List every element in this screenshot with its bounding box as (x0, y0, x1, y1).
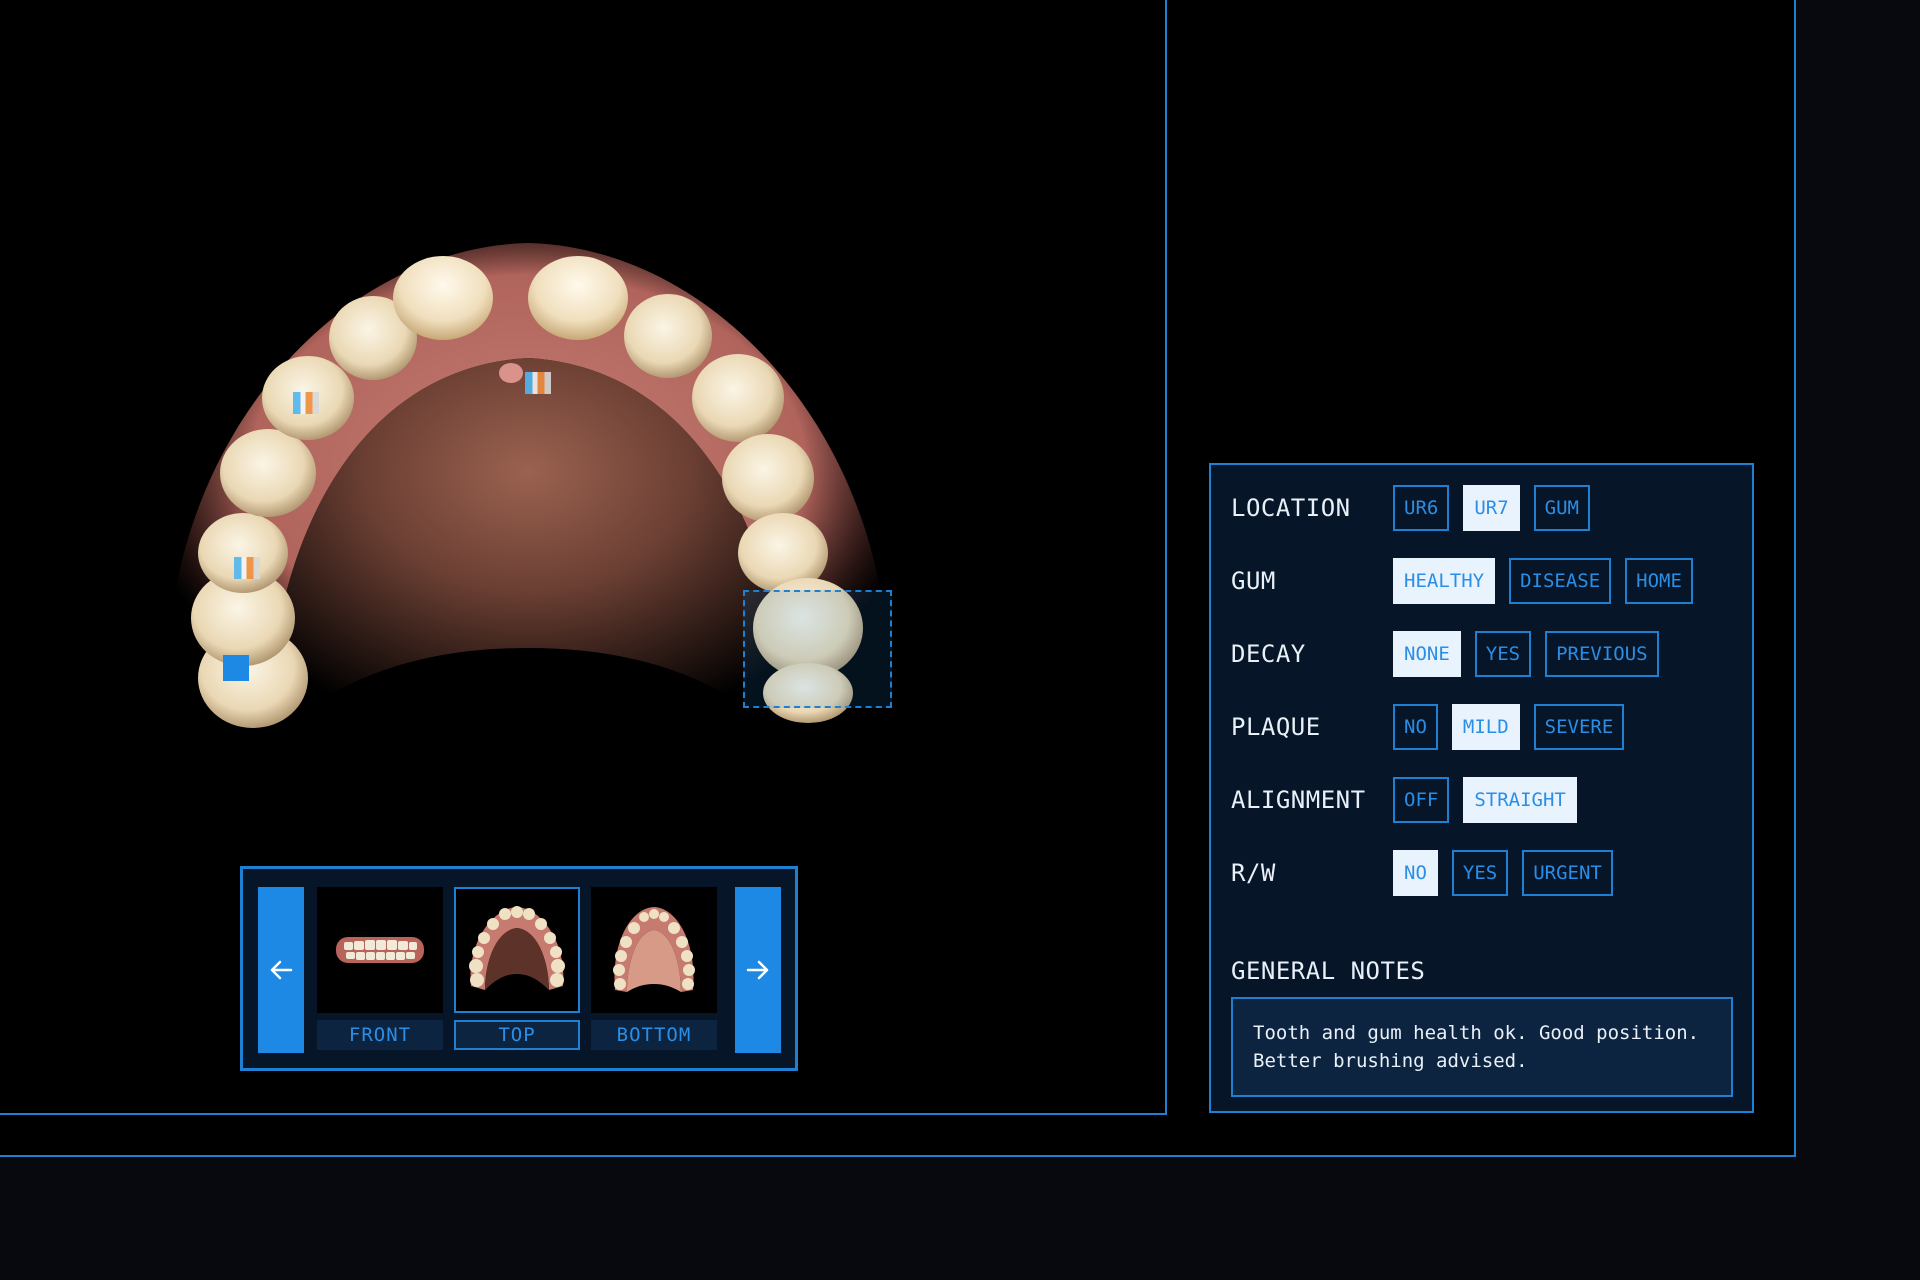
option-none[interactable]: NONE (1393, 631, 1461, 677)
row-label: LOCATION (1231, 494, 1351, 522)
view-label-bottom: BOTTOM (591, 1020, 717, 1050)
option-yes[interactable]: YES (1451, 850, 1509, 896)
assessment-panel: LOCATION UR6 UR7 GUM GUM HEALTHY DISEASE… (1209, 463, 1754, 1113)
arrow-left-icon (270, 960, 293, 980)
view-thumb-front[interactable]: FRONT (317, 887, 443, 1053)
annotation-marker[interactable] (525, 372, 551, 394)
tooth-selection-box[interactable] (743, 590, 892, 708)
general-notes-field[interactable]: Tooth and gum health ok. Good position. … (1231, 997, 1733, 1097)
row-alignment: ALIGNMENT OFF STRAIGHT (1231, 776, 1577, 824)
view-carousel: FRONT TOP BOTTOM (240, 866, 798, 1071)
row-label: ALIGNMENT (1231, 786, 1366, 814)
view-thumb-bottom[interactable]: BOTTOM (591, 887, 717, 1053)
option-no[interactable]: NO (1393, 704, 1438, 750)
next-view-button[interactable] (735, 887, 781, 1053)
view-label-top: TOP (454, 1020, 580, 1050)
option-straight[interactable]: STRAIGHT (1463, 777, 1577, 823)
top-view-thumbnail (454, 887, 580, 1013)
annotation-marker[interactable] (234, 557, 260, 579)
annotation-marker[interactable] (293, 392, 319, 414)
option-disease[interactable]: DISEASE (1509, 558, 1612, 604)
option-mild[interactable]: MILD (1451, 704, 1520, 750)
option-gum[interactable]: GUM (1533, 485, 1590, 531)
view-label-front: FRONT (317, 1020, 443, 1050)
option-ur7[interactable]: UR7 (1463, 485, 1520, 531)
option-ur6[interactable]: UR6 (1393, 485, 1450, 531)
general-notes-heading: GENERAL NOTES (1231, 957, 1426, 985)
row-decay: DECAY NONE YES PREVIOUS (1231, 630, 1659, 678)
front-view-thumbnail (317, 887, 443, 1013)
row-gum: GUM HEALTHY DISEASE HOME (1231, 557, 1693, 605)
previous-view-button[interactable] (258, 887, 304, 1053)
option-home[interactable]: HOME (1625, 558, 1693, 604)
option-yes[interactable]: YES (1474, 631, 1532, 677)
annotation-marker-active[interactable] (223, 655, 249, 681)
row-label: GUM (1231, 567, 1276, 595)
row-location: LOCATION UR6 UR7 GUM (1231, 484, 1590, 532)
row-label: R/W (1231, 859, 1276, 887)
row-label: DECAY (1231, 640, 1306, 668)
option-previous[interactable]: PREVIOUS (1545, 631, 1659, 677)
option-urgent[interactable]: URGENT (1522, 850, 1613, 896)
view-thumb-top[interactable]: TOP (454, 887, 580, 1053)
option-healthy[interactable]: HEALTHY (1393, 558, 1496, 604)
arrow-right-icon (746, 960, 769, 980)
option-severe[interactable]: SEVERE (1533, 704, 1625, 750)
scan-viewer[interactable]: FRONT TOP BOTTOM (0, 0, 1167, 1115)
bottom-view-thumbnail (591, 887, 717, 1013)
option-no[interactable]: NO (1393, 850, 1438, 896)
row-plaque: PLAQUE NO MILD SEVERE (1231, 703, 1625, 751)
option-off[interactable]: OFF (1393, 777, 1450, 823)
row-label: PLAQUE (1231, 713, 1321, 741)
row-rw: R/W NO YES URGENT (1231, 849, 1613, 897)
